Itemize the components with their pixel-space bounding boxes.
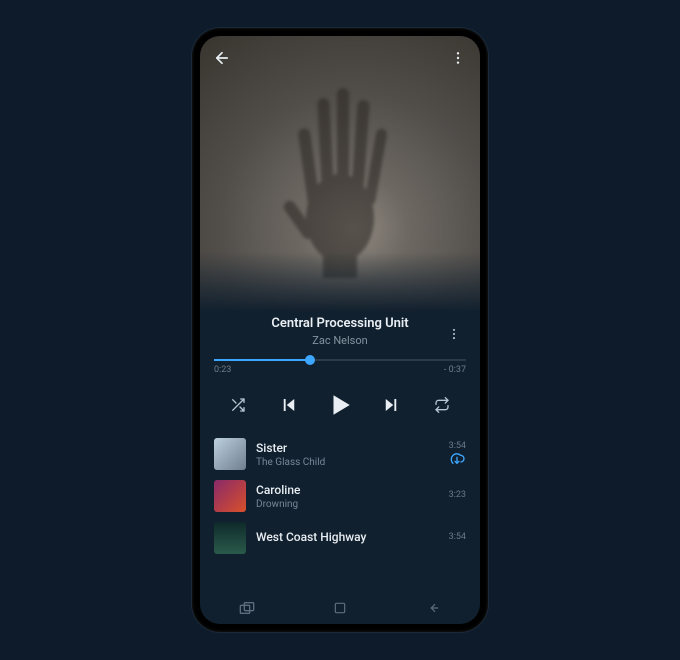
queue-item[interactable]: Caroline Drowning 3:23 bbox=[200, 475, 480, 517]
queue-item-right: 3:54 bbox=[449, 441, 466, 467]
shuffle-button[interactable] bbox=[222, 389, 254, 421]
queue-item-right: 3:54 bbox=[449, 532, 466, 544]
recents-icon bbox=[239, 601, 255, 615]
header-more-button[interactable] bbox=[442, 42, 474, 74]
skip-back-icon bbox=[280, 396, 298, 414]
cloud-download-icon[interactable] bbox=[449, 453, 465, 467]
app-screen: Central Processing Unit Zac Nelson 0:23 … bbox=[200, 36, 480, 624]
play-button[interactable] bbox=[324, 389, 356, 421]
device-frame: Central Processing Unit Zac Nelson 0:23 … bbox=[192, 28, 488, 632]
nav-recents-button[interactable] bbox=[231, 592, 263, 624]
queue-thumbnail bbox=[214, 480, 246, 512]
progress-thumb[interactable] bbox=[305, 355, 315, 365]
repeat-button[interactable] bbox=[426, 389, 458, 421]
queue-item-duration: 3:54 bbox=[449, 532, 466, 542]
play-icon bbox=[327, 392, 353, 418]
queue-item-right: 3:23 bbox=[449, 490, 466, 502]
queue-item-text: West Coast Highway bbox=[256, 530, 439, 546]
nav-back-button[interactable] bbox=[417, 592, 449, 624]
progress-fill bbox=[214, 359, 310, 361]
nav-home-button[interactable] bbox=[324, 592, 356, 624]
nav-back-icon bbox=[425, 601, 441, 615]
repeat-icon bbox=[434, 397, 450, 413]
queue-item[interactable]: Sister The Glass Child 3:54 bbox=[200, 433, 480, 475]
system-nav-bar bbox=[200, 594, 480, 624]
arrow-left-icon bbox=[213, 49, 231, 67]
album-art bbox=[200, 36, 480, 312]
queue-item-duration: 3:54 bbox=[449, 441, 466, 451]
queue-item-text: Caroline Drowning bbox=[256, 483, 439, 510]
queue-item-title: Sister bbox=[256, 441, 439, 455]
now-playing-panel: Central Processing Unit Zac Nelson 0:23 … bbox=[200, 312, 480, 375]
elapsed-time: 0:23 bbox=[214, 365, 231, 375]
queue-item-artist: Drowning bbox=[256, 499, 439, 510]
next-button[interactable] bbox=[375, 389, 407, 421]
art-fade bbox=[200, 252, 480, 312]
back-button[interactable] bbox=[206, 42, 238, 74]
queue-item-text: Sister The Glass Child bbox=[256, 441, 439, 468]
album-art-image bbox=[265, 58, 415, 278]
queue-item-title: Caroline bbox=[256, 483, 439, 497]
remaining-time: - 0:37 bbox=[444, 365, 466, 375]
square-icon bbox=[333, 601, 347, 615]
transport-controls bbox=[200, 375, 480, 433]
previous-button[interactable] bbox=[273, 389, 305, 421]
track-title: Central Processing Unit bbox=[214, 316, 466, 331]
more-vertical-icon bbox=[447, 327, 461, 341]
skip-forward-icon bbox=[382, 396, 400, 414]
queue-thumbnail bbox=[214, 438, 246, 470]
shuffle-icon bbox=[230, 397, 246, 413]
queue-thumbnail bbox=[214, 522, 246, 554]
progress-bar[interactable]: 0:23 - 0:37 bbox=[214, 359, 466, 375]
progress-track bbox=[214, 359, 466, 361]
track-more-button[interactable] bbox=[438, 318, 470, 350]
queue-item[interactable]: West Coast Highway 3:54 bbox=[200, 517, 480, 559]
track-artist: Zac Nelson bbox=[214, 334, 466, 347]
queue-item-duration: 3:23 bbox=[449, 490, 466, 500]
progress-times: 0:23 - 0:37 bbox=[214, 365, 466, 375]
more-vertical-icon bbox=[450, 50, 466, 66]
queue-item-artist: The Glass Child bbox=[256, 457, 439, 468]
np-titles: Central Processing Unit Zac Nelson bbox=[214, 316, 466, 347]
queue-item-title: West Coast Highway bbox=[256, 530, 439, 544]
queue-list: Sister The Glass Child 3:54 Caroline Dro… bbox=[200, 433, 480, 594]
